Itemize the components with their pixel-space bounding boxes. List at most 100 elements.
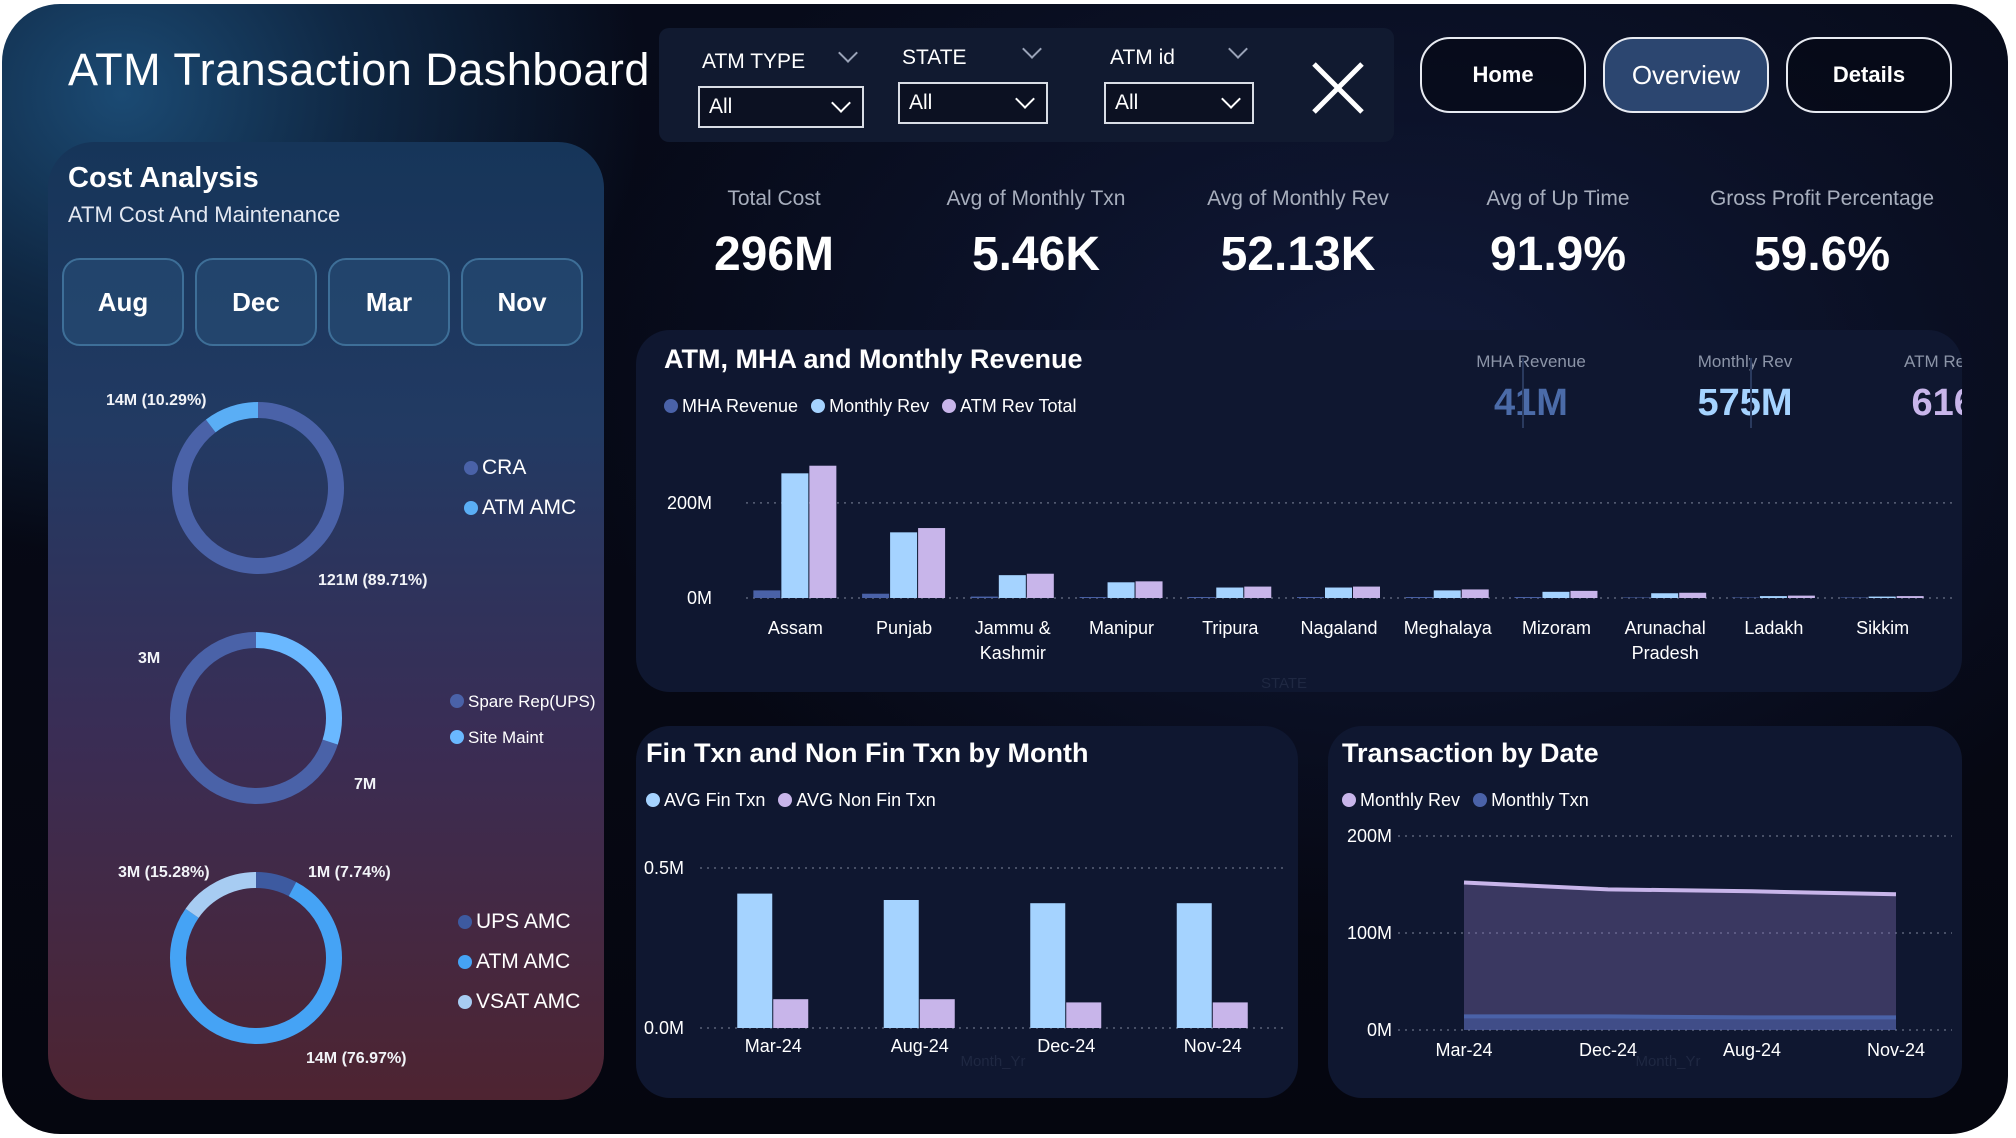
line-monthly-txn[interactable] — [1464, 1014, 1896, 1020]
kpi-avg-monthly-txn: Avg of Monthly Txn 5.46K — [916, 187, 1156, 282]
donut3-top-right-label: 1M (7.74%) — [308, 864, 391, 881]
bar-avg-non-fin-txn-dec-24[interactable] — [1066, 1002, 1102, 1028]
legend-mha-label: MHA Revenue — [682, 396, 799, 416]
bar-monthly-rev-mizoram[interactable] — [1542, 591, 1570, 598]
mha-revenue-card-value: 41M — [1494, 382, 1568, 424]
monthly-txn-legend-dot — [1473, 793, 1488, 807]
bar-atm-rev-total-sikkim[interactable] — [1896, 596, 1924, 598]
monthly-rev-card-label: Monthly Rev — [1697, 352, 1793, 371]
state-dropdown[interactable]: All — [898, 82, 1048, 124]
bar-monthly-rev-ladakh[interactable] — [1759, 596, 1787, 598]
kpi-gross-profit-label: Gross Profit Percentage — [1709, 187, 1935, 210]
bar-atm-rev-total-nagaland[interactable] — [1353, 586, 1380, 598]
filter-atm-id-label: ATM id — [1110, 46, 1175, 69]
filter-atm-type-label: ATM TYPE — [702, 50, 806, 73]
donut1-slice-cra[interactable] — [172, 402, 344, 574]
monthly-rev-2-legend-dot — [1342, 793, 1356, 807]
atm-rev-total-legend-dot — [942, 399, 957, 413]
x-tick-label: Nagaland — [1300, 618, 1377, 638]
bar-avg-fin-txn-nov-24[interactable] — [1176, 903, 1212, 1028]
txn-date-chart-panel: Transaction by Date Monthly Rev Monthly … — [1328, 726, 1962, 1098]
atm-type-dropdown[interactable]: All — [698, 86, 864, 128]
month-button-nov[interactable]: Nov — [461, 258, 583, 346]
bar-avg-fin-txn-dec-24[interactable] — [1030, 903, 1066, 1028]
legend-monthly-txn: Monthly Txn — [1473, 790, 1589, 810]
clear-filters-close-icon[interactable] — [1310, 60, 1366, 116]
bar-atm-rev-total-jammu-kashmir[interactable] — [1026, 573, 1054, 598]
month-button-dec[interactable]: Dec — [195, 258, 317, 346]
bar-monthly-rev-meghalaya[interactable] — [1433, 590, 1461, 598]
kpi-avg-up-time-value: 91.9% — [1489, 228, 1627, 281]
bar-monthly-rev-manipur[interactable] — [1107, 582, 1135, 598]
revenue-chart-legend: MHA Revenue Monthly Rev ATM Rev Total — [664, 396, 1085, 417]
home-button[interactable]: Home — [1420, 37, 1586, 113]
bar-mha-revenue-nagaland[interactable] — [1297, 597, 1324, 598]
fin-txn-chart-legend: AVG Fin Txn AVG Non Fin Txn — [646, 790, 944, 811]
donut1-slice-atm-amc[interactable] — [205, 402, 259, 433]
legend-spare-rep-label: Spare Rep(UPS) — [468, 692, 596, 711]
donut3-slice-ups-amc[interactable] — [255, 872, 297, 897]
avg-non-fin-legend-dot — [778, 793, 793, 807]
bar-mha-revenue-mizoram[interactable] — [1514, 597, 1542, 598]
bar-avg-fin-txn-aug-24[interactable] — [883, 900, 919, 1028]
chevron-down-icon[interactable] — [838, 43, 858, 63]
donut3-slice-vsat-amc[interactable] — [185, 872, 257, 919]
donut2-slice-site-maint[interactable] — [255, 632, 342, 745]
bar-atm-rev-total-mizoram[interactable] — [1570, 590, 1598, 598]
y-tick-label: 0.0M — [644, 1018, 684, 1038]
bar-avg-non-fin-txn-nov-24[interactable] — [1212, 1002, 1248, 1028]
x-tick-label: Ladakh — [1744, 618, 1803, 638]
kpi-avg-monthly-txn-label: Avg of Monthly Txn — [946, 187, 1126, 210]
revenue-bar-chart: 0M 200M Assam Punjab Jammu & Kashmir Manipur Tr… — [667, 465, 1952, 692]
bar-monthly-rev-assam[interactable] — [781, 473, 809, 598]
overview-button[interactable]: Overview — [1603, 37, 1769, 113]
kpi-total-cost: Total Cost 296M — [654, 187, 894, 282]
chevron-down-icon[interactable] — [1228, 39, 1248, 59]
bar-atm-rev-total-manipur[interactable] — [1135, 581, 1163, 598]
bar-atm-rev-total-assam[interactable] — [809, 465, 837, 598]
bar-mha-revenue-meghalaya[interactable] — [1405, 597, 1433, 598]
legend-avg-non-fin-label: AVG Non Fin Txn — [796, 790, 936, 810]
x-tick-label: Mar-24 — [1435, 1040, 1492, 1060]
bar-avg-non-fin-txn-aug-24[interactable] — [919, 999, 955, 1028]
bar-atm-rev-total-arunachal-pradesh[interactable] — [1679, 592, 1707, 598]
bar-mha-revenue-punjab[interactable] — [862, 593, 890, 598]
monthly-rev-card: Monthly Rev 575M — [1640, 352, 1850, 425]
chevron-down-icon[interactable] — [1022, 39, 1042, 59]
bar-avg-fin-txn-mar-24[interactable] — [737, 893, 773, 1028]
bar-monthly-rev-arunachal-pradesh[interactable] — [1651, 593, 1679, 598]
details-button[interactable]: Details — [1786, 37, 1952, 113]
legend-atm-amc-label: ATM AMC — [482, 496, 577, 519]
bar-monthly-rev-punjab[interactable] — [890, 532, 918, 598]
revenue-chart-title: ATM, MHA and Monthly Revenue — [664, 344, 1083, 374]
bar-monthly-rev-tripura[interactable] — [1216, 587, 1244, 598]
x-tick-label: Kashmir — [980, 643, 1046, 663]
legend-vsat-amc: VSAT AMC — [458, 990, 580, 1014]
month-button-aug[interactable]: Aug — [62, 258, 184, 346]
bar-atm-rev-total-punjab[interactable] — [918, 528, 946, 598]
spare-site-donut-chart — [170, 632, 342, 804]
bar-atm-rev-total-ladakh[interactable] — [1787, 595, 1815, 598]
fin-txn-chart-title: Fin Txn and Non Fin Txn by Month — [646, 738, 1089, 768]
x-tick-label: Arunachal — [1625, 618, 1706, 638]
bar-atm-rev-total-tripura[interactable] — [1244, 586, 1272, 598]
legend-atm-rev-total: ATM Rev Total — [942, 396, 1077, 416]
bar-mha-revenue-jammu-kashmir[interactable] — [970, 596, 998, 598]
bar-monthly-rev-sikkim[interactable] — [1868, 596, 1896, 598]
bar-atm-rev-total-meghalaya[interactable] — [1461, 589, 1489, 598]
bar-mha-revenue-tripura[interactable] — [1188, 597, 1216, 598]
legend-monthly-rev-2: Monthly Rev — [1342, 790, 1460, 810]
atm-amc-legend-dot — [464, 501, 478, 515]
bar-mha-revenue-manipur[interactable] — [1079, 597, 1107, 598]
legend-vsat-amc-label: VSAT AMC — [476, 990, 581, 1013]
bar-monthly-rev-jammu-kashmir[interactable] — [998, 575, 1026, 598]
kpi-total-cost-value: 296M — [713, 228, 835, 281]
legend-avg-non-fin-txn: AVG Non Fin Txn — [778, 790, 936, 810]
atm-id-dropdown[interactable]: All — [1104, 82, 1254, 124]
bar-mha-revenue-assam[interactable] — [753, 590, 781, 598]
ups-amc-legend-dot — [458, 915, 472, 929]
month-button-mar[interactable]: Mar — [328, 258, 450, 346]
y-tick-label: 0M — [687, 588, 712, 608]
bar-monthly-rev-nagaland[interactable] — [1325, 587, 1352, 598]
bar-avg-non-fin-txn-mar-24[interactable] — [773, 999, 809, 1028]
